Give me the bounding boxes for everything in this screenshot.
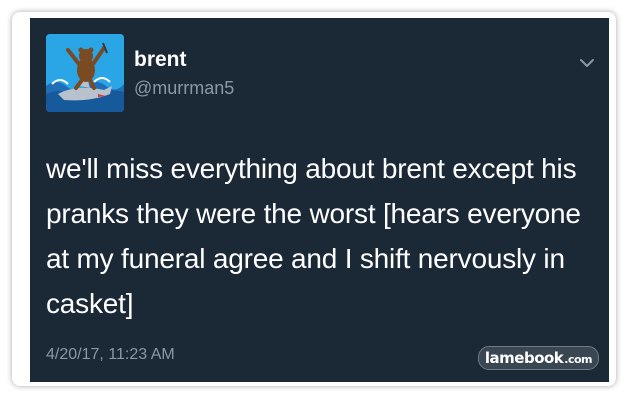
display-name[interactable]: brent xyxy=(134,48,187,72)
chevron-down-icon[interactable] xyxy=(579,56,595,68)
tweet-timestamp[interactable]: 4/20/17, 11:23 AM xyxy=(46,346,175,364)
watermark-brand: lamebook xyxy=(484,349,564,367)
lamebook-watermark: lamebook .com xyxy=(477,346,599,370)
tweet-card: brent @murrman5 we'll miss everything ab… xyxy=(30,18,609,382)
user-handle[interactable]: @murrman5 xyxy=(134,78,234,99)
avatar-image xyxy=(46,34,124,112)
avatar[interactable] xyxy=(46,34,124,112)
watermark-domain: .com xyxy=(564,353,592,366)
tweet-text: we'll miss everything about brent except… xyxy=(46,153,581,319)
